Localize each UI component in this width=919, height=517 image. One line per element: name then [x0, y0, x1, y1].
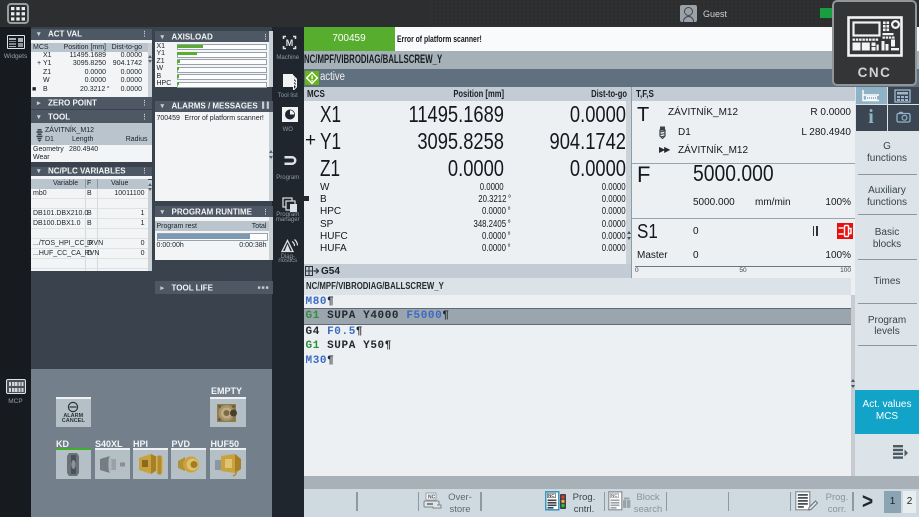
svg-text:NC: NC: [611, 493, 618, 498]
svg-text:NC: NC: [548, 493, 555, 498]
svg-text:NC: NC: [428, 495, 436, 501]
svg-text:M: M: [285, 38, 293, 48]
